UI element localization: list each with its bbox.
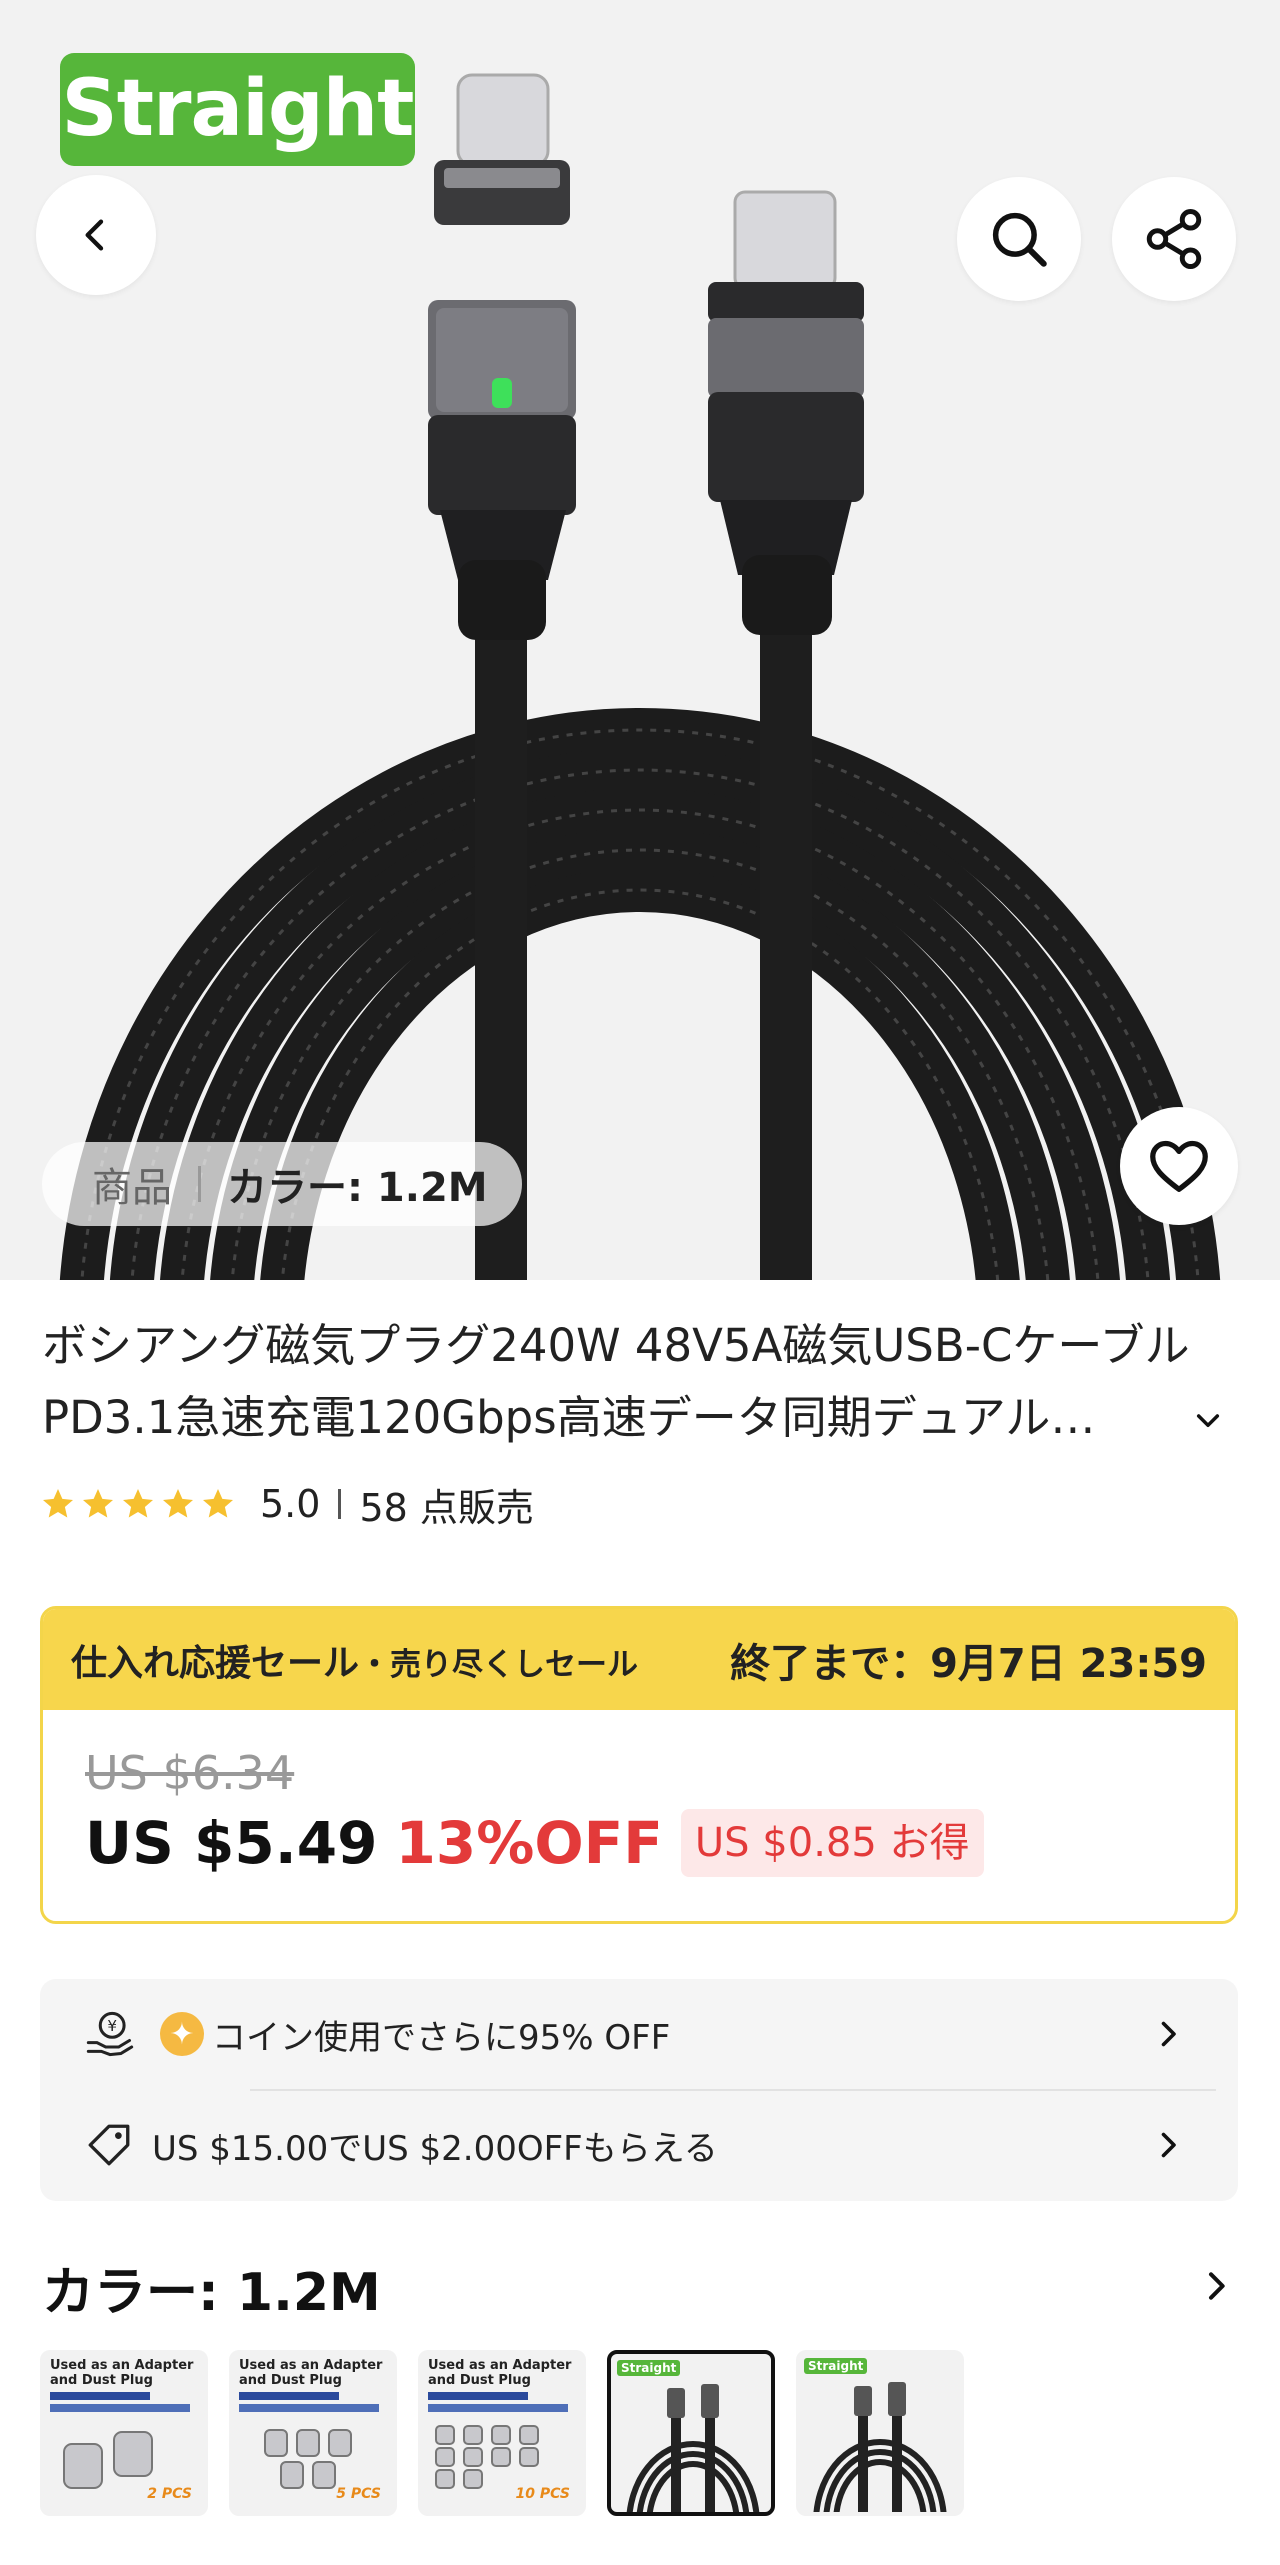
- adapter-illustration: [264, 2429, 352, 2489]
- variant-value: カラー: 1.2M: [227, 1165, 488, 1211]
- back-button[interactable]: [36, 175, 156, 295]
- variant-indicator[interactable]: 商品 カラー: 1.2M: [42, 1142, 522, 1226]
- coupon-panel: ¥ ✦ コイン使用でさらに95% OFF US $15.00でUS $2.00O…: [40, 1979, 1238, 2201]
- pack-count: 10 PCS: [515, 2486, 570, 2502]
- spec-bar: [428, 2404, 568, 2412]
- color-swatch[interactable]: Used as an Adapter and Dust Plug 2 PCS: [40, 2350, 208, 2516]
- current-price: US $5.49: [85, 1809, 378, 1877]
- coin-icon: ✦: [160, 2012, 204, 2056]
- spec-bar: [50, 2404, 190, 2412]
- savings-tag: US $0.85 お得: [680, 1809, 984, 1877]
- heart-icon: [1150, 1140, 1208, 1192]
- coin-discount-row[interactable]: ¥ ✦ コイン使用でさらに95% OFF: [40, 1979, 1238, 2089]
- spec-bar: [239, 2404, 379, 2412]
- chevron-down-icon[interactable]: [1192, 1404, 1224, 1436]
- sale-countdown: 終了まで：9月7日 23:59: [730, 1640, 1207, 1687]
- swatch-caption: Used as an Adapter and Dust Plug: [428, 2358, 572, 2388]
- cable-illustration: [59, 73, 1221, 1280]
- chevron-left-icon: [85, 219, 104, 251]
- adapter-illustration: [435, 2425, 539, 2489]
- divider: [338, 1489, 342, 1519]
- chevron-right-icon: [1161, 2132, 1176, 2158]
- variant-label: 商品: [92, 1165, 172, 1211]
- product-title[interactable]: ボシアング磁気プラグ240W 48V5A磁気USB-CケーブルPD3.1急速充電…: [42, 1310, 1222, 1454]
- star-icon: [43, 1489, 73, 1518]
- share-icon: [1146, 209, 1202, 269]
- coin-hand-icon: ¥: [86, 2011, 134, 2057]
- star-rating: [40, 1486, 236, 1522]
- product-image[interactable]: Straight 商品 カラー: 1.2M: [0, 0, 1280, 1280]
- color-swatch[interactable]: Straight: [796, 2350, 964, 2516]
- sold-count: 58 点販売: [359, 1485, 534, 1530]
- color-swatch[interactable]: Used as an Adapter and Dust Plug 10 PCS: [418, 2350, 586, 2516]
- spec-bar: [239, 2392, 339, 2400]
- pack-count: 2 PCS: [147, 2486, 192, 2502]
- original-price: US $6.34: [85, 1746, 295, 1800]
- cable-thumbnail: [813, 2382, 947, 2512]
- favorite-button[interactable]: [1120, 1107, 1238, 1225]
- cable-thumbnail: [626, 2384, 760, 2512]
- star-icon: [203, 1489, 233, 1518]
- pack-count: 5 PCS: [336, 2486, 381, 2502]
- search-icon: [992, 212, 1047, 267]
- color-swatch-selected[interactable]: Straight: [607, 2350, 775, 2516]
- divider: [198, 1166, 201, 1202]
- swatch-caption: Used as an Adapter and Dust Plug: [50, 2358, 194, 2388]
- sale-name: 仕入れ応援セール・売り尽くしセール: [71, 1634, 638, 1686]
- chevron-right-icon: [1161, 2021, 1176, 2047]
- product-title-text: ボシアング磁気プラグ240W 48V5A磁気USB-CケーブルPD3.1急速充電…: [42, 1319, 1190, 1444]
- coupon-threshold-text: US $15.00でUS $2.00OFFもらえる: [152, 2128, 718, 2169]
- sale-title: 仕入れ応援セール: [71, 1642, 360, 1684]
- color-section-title: カラー: 1.2M: [42, 2263, 381, 2323]
- sale-header: 仕入れ応援セール・売り尽くしセール 終了まで：9月7日 23:59: [43, 1609, 1235, 1710]
- star-icon: [83, 1489, 113, 1518]
- rating-row[interactable]: 5.0 58 点販売: [40, 1476, 534, 1532]
- rating-value: 5.0: [260, 1482, 321, 1526]
- star-icon: [123, 1489, 153, 1518]
- adapter-illustration: [63, 2431, 153, 2489]
- sale-box: 仕入れ応援セール・売り尽くしセール 終了まで：9月7日 23:59 US $6.…: [40, 1606, 1238, 1924]
- spec-bar: [50, 2392, 150, 2400]
- coupon-threshold-row[interactable]: US $15.00でUS $2.00OFFもらえる: [40, 2090, 1238, 2200]
- spec-bar: [428, 2392, 528, 2400]
- search-button[interactable]: [957, 177, 1081, 301]
- svg-text:¥: ¥: [107, 2017, 117, 2035]
- discount-percent: 13%OFF: [395, 1809, 663, 1877]
- color-swatch[interactable]: Used as an Adapter and Dust Plug 5 PCS: [229, 2350, 397, 2516]
- straight-badge: Straight: [60, 53, 415, 166]
- star-icon: [163, 1489, 193, 1518]
- chevron-right-icon[interactable]: [1196, 2266, 1236, 2306]
- sale-subtitle: ・売り尽くしセール: [359, 1646, 639, 1683]
- tag-icon: [88, 2124, 130, 2166]
- price-row: US $5.49 13%OFF US $0.85 お得: [85, 1809, 984, 1877]
- color-swatches: Used as an Adapter and Dust Plug 2 PCS U…: [40, 2350, 964, 2516]
- share-button[interactable]: [1112, 177, 1236, 301]
- coin-discount-text: コイン使用でさらに95% OFF: [212, 2017, 671, 2058]
- swatch-caption: Used as an Adapter and Dust Plug: [239, 2358, 383, 2388]
